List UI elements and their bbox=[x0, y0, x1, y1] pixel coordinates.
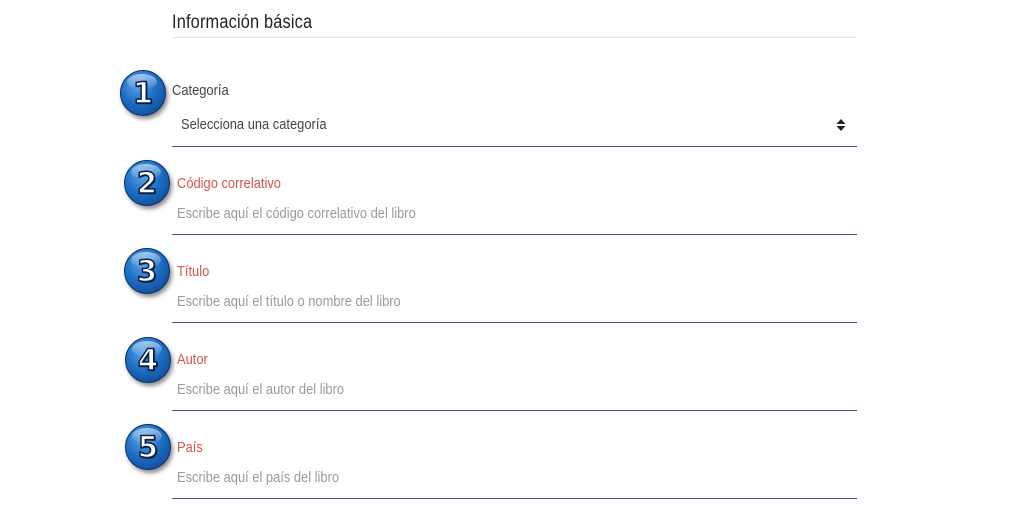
category-select-value: Selecciona una categoría bbox=[181, 116, 327, 133]
step-badge-1: 1 bbox=[120, 70, 166, 116]
title-placeholder: Escribe aquí el título o nombre del libr… bbox=[177, 293, 401, 310]
title-field: Título Escribe aquí el título o nombre d… bbox=[172, 263, 857, 323]
step-badge-4: 4 bbox=[125, 337, 171, 383]
title-label: Título bbox=[177, 263, 210, 280]
country-placeholder: Escribe aquí el país del libro bbox=[177, 469, 340, 486]
code-input[interactable]: Escribe aquí el código correlativo del l… bbox=[172, 197, 857, 233]
section-title: Información básica bbox=[172, 12, 313, 33]
country-underline bbox=[172, 498, 857, 499]
code-placeholder: Escribe aquí el código correlativo del l… bbox=[177, 205, 416, 222]
author-underline bbox=[172, 410, 857, 411]
author-input[interactable]: Escribe aquí el autor del libro bbox=[172, 373, 857, 409]
title-input[interactable]: Escribe aquí el título o nombre del libr… bbox=[172, 285, 857, 321]
category-label: Categoría bbox=[172, 82, 229, 99]
country-field: País Escribe aquí el país del libro bbox=[172, 439, 857, 499]
step-badge-number: 1 bbox=[132, 75, 154, 111]
step-badge-5: 5 bbox=[125, 424, 171, 470]
country-input[interactable]: Escribe aquí el país del libro bbox=[172, 461, 857, 497]
country-label: País bbox=[177, 439, 203, 456]
author-field: Autor Escribe aquí el autor del libro bbox=[172, 351, 857, 411]
sort-arrows-icon bbox=[836, 119, 846, 131]
author-placeholder: Escribe aquí el autor del libro bbox=[177, 381, 345, 398]
step-badge-number: 5 bbox=[137, 429, 159, 465]
category-select[interactable]: Selecciona una categoría bbox=[172, 108, 857, 146]
author-label: Autor bbox=[177, 351, 208, 368]
section-divider bbox=[172, 37, 857, 38]
code-field: Código correlativo Escribe aquí el códig… bbox=[172, 175, 857, 235]
step-badge-3: 3 bbox=[124, 248, 170, 294]
step-badge-number: 2 bbox=[136, 165, 158, 201]
title-underline bbox=[172, 322, 857, 323]
code-label: Código correlativo bbox=[177, 175, 281, 192]
category-field: Categoría Selecciona una categoría bbox=[172, 82, 857, 148]
step-badge-number: 3 bbox=[136, 253, 158, 289]
step-badge-2: 2 bbox=[124, 160, 170, 206]
category-underline bbox=[172, 146, 857, 147]
code-underline bbox=[172, 234, 857, 235]
step-badge-number: 4 bbox=[137, 342, 159, 378]
